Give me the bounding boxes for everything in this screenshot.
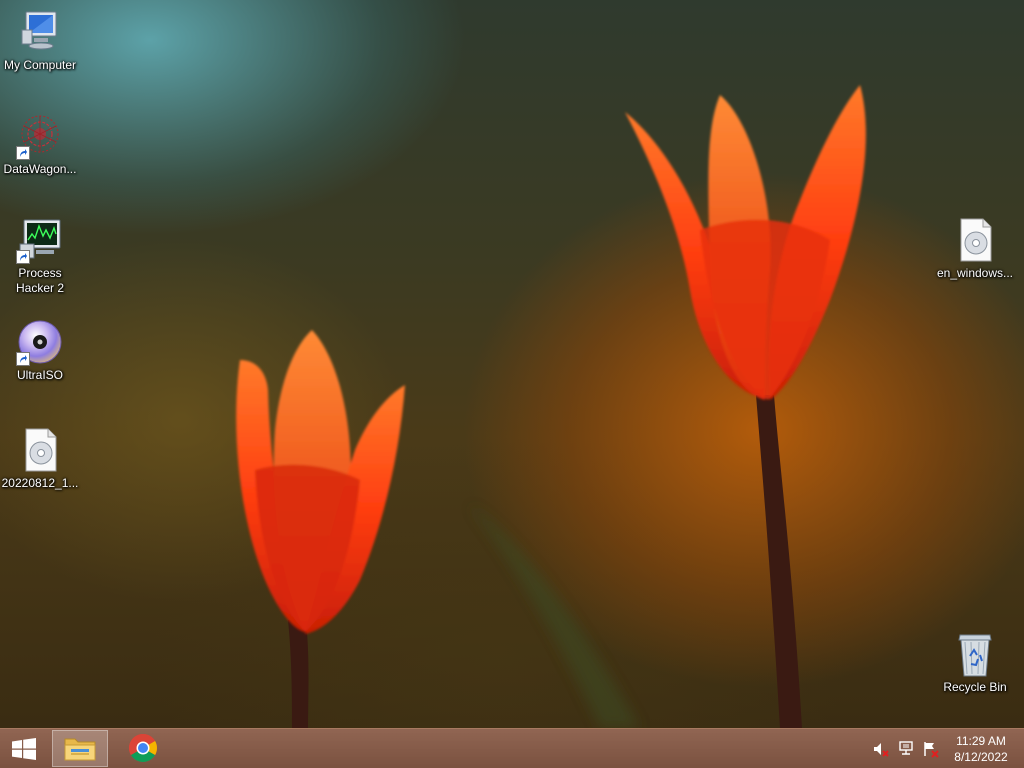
taskbar-chrome-button[interactable]: [115, 730, 171, 767]
desktop-icon-ultraiso[interactable]: UltraISO: [0, 318, 80, 383]
desktop-icon-label: DataWagon...: [3, 162, 77, 176]
desktop-icon-label: 20220812_1...: [1, 476, 79, 490]
ultraiso-icon: [16, 318, 64, 366]
iso-file-icon: [951, 216, 999, 264]
desktop-icon-datawagon[interactable]: DataWagon...: [0, 112, 80, 177]
taskbar: 11:29 AM 8/12/2022: [0, 728, 1024, 768]
action-center-flag-icon[interactable]: [922, 740, 940, 758]
desktop-icon-label: en_windows...: [936, 266, 1014, 280]
chrome-icon: [129, 734, 157, 762]
desktop-icon-label: Recycle Bin: [943, 680, 1007, 694]
desktop-wallpaper[interactable]: My Computer DataWagon... Process Hacker …: [0, 0, 1024, 728]
network-icon[interactable]: [898, 740, 916, 758]
taskbar-file-explorer-button[interactable]: [52, 730, 108, 767]
tulip-wallpaper-art: [236, 85, 866, 728]
desktop-icon-label: My Computer: [3, 58, 77, 72]
shortcut-arrow-icon: [16, 146, 30, 160]
datawagon-icon: [16, 112, 64, 160]
windows-logo-icon: [12, 738, 36, 760]
speaker-muted-icon[interactable]: [872, 740, 890, 758]
desktop-icon-process-hacker[interactable]: Process Hacker 2: [0, 216, 80, 296]
iso-file-icon: [16, 426, 64, 474]
desktop-icon-my-computer[interactable]: My Computer: [0, 8, 80, 73]
desktop-icon-iso-file-20220812[interactable]: 20220812_1...: [0, 426, 80, 491]
start-button[interactable]: [0, 729, 48, 768]
desktop-icon-label: UltraISO: [16, 368, 63, 382]
clock-time: 11:29 AM: [956, 734, 1006, 748]
shortcut-arrow-icon: [16, 352, 30, 366]
desktop-icon-label: Process Hacker 2: [15, 266, 65, 295]
taskbar-clock[interactable]: 11:29 AM 8/12/2022: [948, 733, 1014, 765]
clock-date: 8/12/2022: [954, 750, 1008, 764]
recycle-bin-icon: [951, 630, 999, 678]
process-hacker-icon: [16, 216, 64, 264]
desktop-icon-recycle-bin[interactable]: Recycle Bin: [935, 630, 1015, 695]
desktop-icon-iso-file-en-windows[interactable]: en_windows...: [935, 216, 1015, 281]
file-explorer-icon: [64, 738, 96, 761]
shortcut-arrow-icon: [16, 250, 30, 264]
computer-icon: [16, 8, 64, 56]
